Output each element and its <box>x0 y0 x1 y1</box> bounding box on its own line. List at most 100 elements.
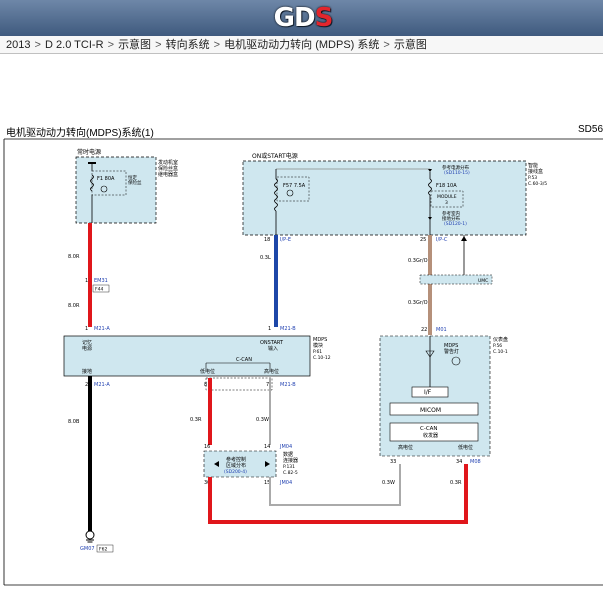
umc-label: UMC <box>478 278 488 284</box>
left-box-label: 常时电源 <box>77 148 101 156</box>
right-power-ref: 参考电源分布 <box>442 164 469 171</box>
wire-label-can-low: 0.3R <box>190 417 202 423</box>
pin-ipc-num: 25 <box>420 237 426 243</box>
breadcrumb-item-steering[interactable]: 转向系统 <box>166 39 210 51</box>
joint-ref-2: C.82-5 <box>283 470 298 476</box>
pin-jm04-bot: JM04 <box>279 480 292 486</box>
pin-ipc: I/P-C <box>436 237 448 243</box>
instrument-cluster: 仪表盘 P.56 C.10-1 MDPS 警告灯 I/F MICOM C-CAN… <box>379 335 508 457</box>
breadcrumb-item-current[interactable]: 示意图 <box>394 39 427 51</box>
pin-m21b: M21-B <box>280 326 296 332</box>
pin-can-low-num: 8 <box>204 382 207 388</box>
pin-gm07: GM07 <box>80 546 95 552</box>
pin-jm04-top: JM04 <box>279 444 292 450</box>
pin-m08-num: 34 <box>456 459 462 465</box>
left-box-side-1: 发动机室 <box>158 159 178 166</box>
right-ground-ref-code: (SD120-1) <box>444 221 467 227</box>
wire-label-can-low-2: 0.3R <box>450 480 462 486</box>
cluster-lamp-2: 警告灯 <box>444 348 459 355</box>
mdps-bottom-mid: 低电位 <box>200 368 215 375</box>
mdps-bottom-right: 高电位 <box>264 368 279 375</box>
joint-label-2: 区域分布 <box>226 462 246 469</box>
joint-ref-1: P.131 <box>283 464 295 470</box>
cluster-ref-1: P.56 <box>493 343 502 349</box>
breadcrumb-separator: > <box>380 39 393 51</box>
mdps-bottom-left: 接地 <box>82 368 92 375</box>
logo-text: GDS <box>273 3 334 33</box>
gds-logo: GDS <box>268 3 338 33</box>
pin-m21a-top: M21-A <box>94 326 110 332</box>
left-box-side-3: 继电器盒 <box>158 171 178 178</box>
wire-label-can-high: 0.3W <box>256 417 269 423</box>
right-power-ref-code: (SD110-15) <box>444 170 470 176</box>
breadcrumb-item-year[interactable]: 2013 <box>6 39 30 51</box>
pin-33: 33 <box>390 459 396 465</box>
breadcrumb-item-schematic[interactable]: 示意图 <box>118 39 151 51</box>
wire-label-ign: 0.3L <box>260 255 271 261</box>
wire-label-can-high-2: 0.3W <box>382 480 395 486</box>
cluster-bottom-left: 高电位 <box>398 444 413 451</box>
pin-can-high-num: 7 <box>266 382 269 388</box>
pin-ipe-num: 18 <box>264 237 270 243</box>
joint-connector: 数据 连接器 P.131 C.82-5 参考控制 区域分布 (SD200-4) <box>203 450 298 478</box>
breadcrumb-separator: > <box>152 39 165 51</box>
pin-f44: F44 <box>95 287 103 293</box>
cluster-ccan-2: 收发器 <box>423 432 438 439</box>
logo-text-gd: GD <box>273 3 316 33</box>
pin-m21a-bot: M21-A <box>94 382 110 388</box>
right-box-side-2: 接线盒 <box>528 168 543 175</box>
joint-label-3: (SD200-4) <box>224 469 247 475</box>
pin-ipe: I/P-E <box>280 237 291 243</box>
breadcrumb: 2013 > D 2.0 TCI-R > 示意图 > 转向系统 > 电机驱动动力… <box>0 36 603 54</box>
mdps-ccan: C-CAN <box>236 357 252 363</box>
pin-m01-num: 22 <box>421 327 427 333</box>
joint-label-1: 参考控制 <box>226 456 246 463</box>
wire-label-power-2: 8.0R <box>68 303 80 309</box>
pin-em31-num: 1 <box>85 278 88 284</box>
right-box-side-1: 智能 <box>528 162 538 169</box>
module-num: 3 <box>445 200 448 206</box>
right-fuse-f57: F57 7.5A <box>283 183 306 189</box>
right-ground-ref-2: 接地分布 <box>442 215 460 222</box>
breadcrumb-separator: > <box>210 39 224 51</box>
pin-m01: M01 <box>436 327 447 333</box>
pin-f62: F62 <box>99 547 107 553</box>
right-ground-ref-1: 参考室内 <box>442 210 460 217</box>
breadcrumb-item-mdps[interactable]: 电机驱动动力转向 (MDPS) 系统 <box>224 39 379 51</box>
module-label: MODULE <box>437 194 457 200</box>
wire-label-power-1: 8.0R <box>68 254 80 260</box>
cluster-side-1: 仪表盘 <box>493 336 508 343</box>
left-fuse-side-1: 恒定 <box>128 174 137 181</box>
left-fuse-box: 常时电源 发动机室 保险丝盒 继电器盒 F1 80A 恒定 保险丝 <box>75 148 178 224</box>
logo-text-s: S <box>314 3 334 33</box>
wiring-diagram: 常时电源 发动机室 保险丝盒 继电器盒 F1 80A 恒定 保险丝 8.0R 1… <box>3 138 603 586</box>
mdps-module: MDPS 模块 P.61 C.10-12 记忆 电源 ONSTART 输入 C-… <box>63 335 331 377</box>
breadcrumb-separator: > <box>31 39 45 51</box>
ground-icon <box>85 530 95 540</box>
breadcrumb-separator: > <box>104 39 118 51</box>
pin-m21a-bot-num: 2 <box>85 382 88 388</box>
left-box-side-2: 保险丝盒 <box>158 165 178 172</box>
cluster-ccan-1: C-CAN <box>420 426 438 432</box>
breadcrumb-item-model[interactable]: D 2.0 TCI-R <box>45 39 103 51</box>
pin-m08: M08 <box>470 459 481 465</box>
right-box-ref-2: C.60-3/5 <box>528 181 547 187</box>
right-box-label: ON或START电源 <box>252 152 298 160</box>
mdps-side-2: 模块 <box>313 342 323 349</box>
cluster-bottom-right: 低电位 <box>458 444 473 451</box>
right-fuse-f18: F18 10A <box>436 183 457 189</box>
pin-em31: EM31 <box>94 278 108 284</box>
mdps-top-left-1: 记忆 <box>82 339 92 346</box>
mdps-ref-2: C.10-12 <box>313 355 331 361</box>
wire-label-cluster-top: 0.3Gr/O <box>408 258 428 264</box>
cluster-ref-2: C.10-1 <box>493 349 508 355</box>
joint-side-1: 数据 <box>283 451 293 458</box>
left-fuse-rating: F1 80A <box>97 176 115 182</box>
wire-label-cluster-mid: 0.3Gr/O <box>408 300 428 306</box>
pin-m21b-num: 1 <box>268 326 271 332</box>
cluster-micom: MICOM <box>420 407 441 414</box>
right-fuse-box: ON或START电源 智能 接线盒 P.53 C.60-3/5 F57 7.5A… <box>242 152 547 236</box>
joint-side-2: 连接器 <box>283 457 298 464</box>
pin-m21a-top-num: 1 <box>85 326 88 332</box>
pin-jm04-14: 14 <box>264 444 270 450</box>
